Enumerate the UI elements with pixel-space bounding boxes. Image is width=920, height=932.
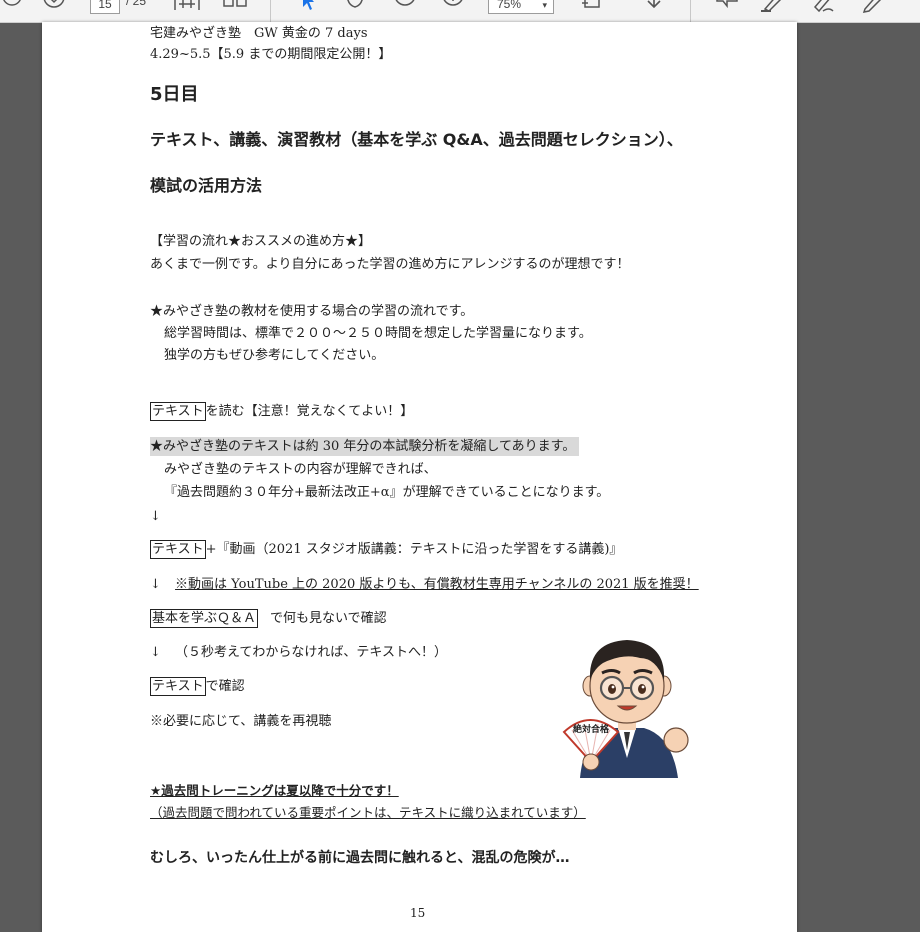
pdf-toolbar: 15 / 25 75% ▾ (0, 0, 920, 23)
flow-note: あくまで一例です。より自分にあった学習の進め方にアレンジするのが理想です！ (150, 257, 630, 272)
highlighted-text: ★みやざき塾のテキストは約 30 年分の本試験分析を凝縮してあります。 (150, 437, 580, 456)
page-number: 15 (410, 906, 426, 920)
video-note-line: ↓ ※動画は YouTube 上の 2020 版よりも、有償教材生専用チャンネル… (150, 576, 699, 594)
header-line-2: 4.29~5.5【5.9 までの期間限定公開！】 (150, 47, 392, 62)
comment-icon[interactable] (712, 0, 742, 14)
header-line-1: 宅建みやざき塾 GW 黄金の 7 days (150, 26, 368, 41)
arrow-1: ↓ (150, 509, 161, 524)
arrow-3: ↓ (150, 645, 161, 660)
previous-page-icon[interactable] (0, 0, 24, 14)
step-3-note-line: ↓ （５秒考えてわからなければ、テキストへ！） (150, 644, 447, 662)
step-3-note: （５秒考えてわからなければ、テキストへ！） (175, 645, 448, 660)
step-3-box: 基本を学ぶＱ＆Ａ (150, 609, 259, 628)
text-past-questions: 『過去問題約３０年分+最新法改正+α』が理解できていることになります。 (164, 485, 610, 500)
zoom-in-icon[interactable] (438, 0, 468, 14)
subtitle-line-1: テキスト、講義、演習教材（基本を学ぶ Q&A、過去問題セレクション）、 (150, 130, 683, 149)
mascot-illustration: 絶対合格 (560, 628, 694, 782)
step-2-box: テキスト (150, 540, 206, 559)
step-4-box: テキスト (150, 677, 206, 696)
fit-page-icon[interactable] (172, 0, 202, 14)
zoom-select[interactable]: 75% ▾ (488, 0, 554, 14)
flow-heading: 【学習の流れ★おススメの進め方★】 (150, 234, 372, 249)
mascot-fan-text: 絶対合格 (573, 723, 610, 735)
video-note: ※動画は YouTube 上の 2020 版よりも、有償教材生専用チャンネルの … (175, 577, 699, 592)
pdf-page: 宅建みやざき塾 GW 黄金の 7 days 4.29~5.5【5.9 までの期間… (42, 22, 797, 932)
zoom-out-icon[interactable] (390, 0, 420, 14)
highlighter-icon[interactable] (758, 0, 788, 14)
toolbar-divider (690, 0, 691, 22)
text-understand: みやざき塾のテキストの内容が理解できれば、 (164, 462, 437, 477)
subtitle-line-2: 模試の活用方法 (150, 176, 263, 195)
day-title: 5日目 (150, 84, 199, 105)
step-2: テキスト +『動画（2021 スタジオ版講義：テキストに沿った学習をする講義)』 (150, 540, 623, 559)
rotate-icon[interactable] (578, 0, 608, 14)
past-training-heading: ★過去問トレーニングは夏以降で十分です！ (150, 783, 399, 798)
text-highlight-line: ★みやざき塾のテキストは約 30 年分の本試験分析を凝縮してあります。 (150, 437, 580, 456)
two-page-view-icon[interactable] (220, 0, 250, 14)
next-page-icon[interactable] (40, 0, 68, 14)
step-2-text: +『動画（2021 スタジオ版講義：テキストに沿った学習をする講義)』 (205, 542, 623, 557)
rewatch-note: ※必要に応じて、講義を再視聴 (150, 714, 332, 729)
draw-icon[interactable] (808, 0, 838, 14)
chevron-down-icon: ▾ (542, 0, 547, 10)
hand-tool-icon[interactable] (340, 0, 370, 14)
page-number-input[interactable]: 15 (90, 0, 120, 14)
page-total: / 25 (126, 0, 147, 8)
step-4-text: で確認 (205, 679, 245, 694)
self-study-note: 独学の方もぜひ参考にしてください。 (164, 348, 385, 363)
step-1-box: テキスト (150, 402, 206, 421)
select-cursor-icon[interactable] (296, 0, 320, 14)
step-3-text: で何も見ないで確認 (270, 611, 387, 626)
zoom-value: 75% (497, 0, 522, 11)
download-icon[interactable] (640, 0, 668, 14)
warning-text: むしろ、いったん仕上がる前に過去問に触れると、混乱の危険が… (150, 850, 570, 866)
total-hours: 総学習時間は、標準で２００～２５０時間を想定した学習量になります。 (164, 326, 592, 341)
toolbar-divider (270, 0, 271, 22)
step-1: テキスト を読む【注意！覚えなくてよい！】 (150, 402, 414, 421)
edit-icon[interactable] (858, 0, 888, 14)
material-intro: ★みやざき塾の教材を使用する場合の学習の流れです。 (150, 304, 474, 319)
step-1-text: を読む【注意！覚えなくてよい！】 (205, 404, 414, 419)
step-3: 基本を学ぶＱ＆Ａ で何も見ないで確認 (150, 609, 387, 628)
past-training-note: （過去問題で問われている重要ポイントは、テキストに織り込まれています） (150, 805, 586, 820)
step-4: テキスト で確認 (150, 677, 245, 696)
arrow-2: ↓ (150, 577, 161, 592)
